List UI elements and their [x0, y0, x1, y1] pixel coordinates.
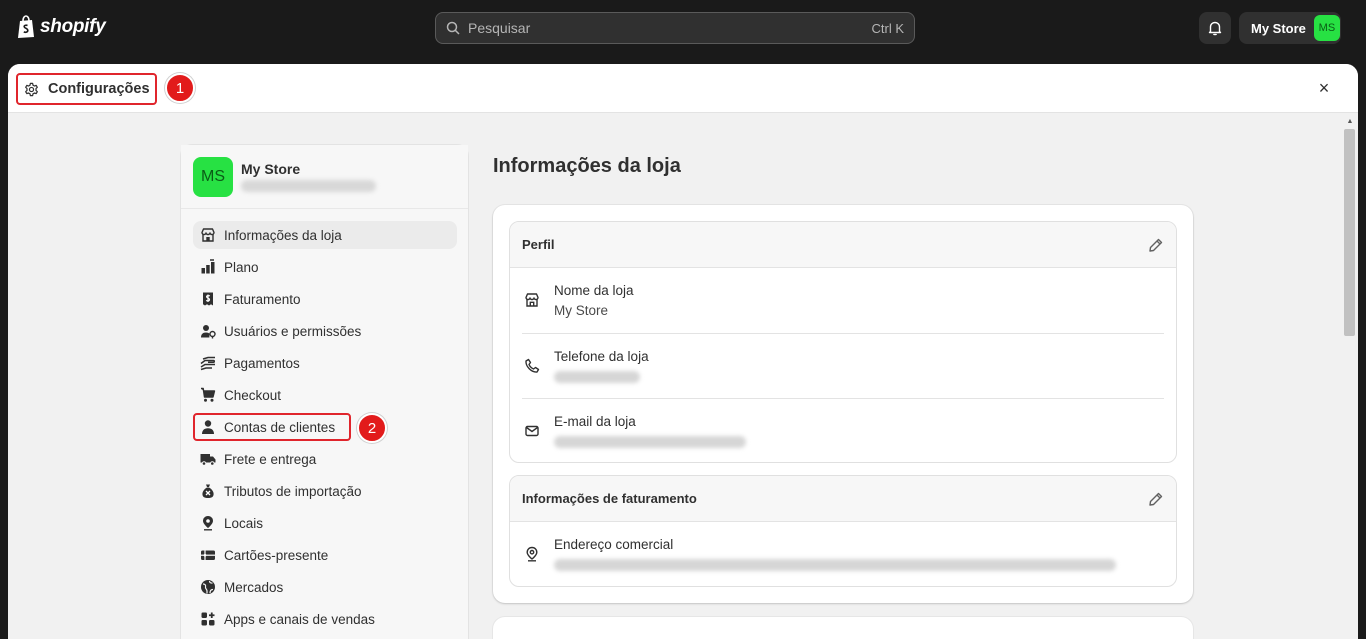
- annotation-badge-2: 2: [357, 413, 387, 443]
- notifications-button[interactable]: [1199, 12, 1231, 44]
- store-icon: [525, 293, 539, 307]
- phone-icon: [525, 358, 540, 373]
- sidebar-item-users[interactable]: Usuários e permissões: [193, 317, 457, 345]
- business-address-label: Endereço comercial: [554, 537, 674, 552]
- location-icon: [526, 546, 538, 562]
- modal-header: Configurações 1 ×: [8, 64, 1358, 113]
- search-icon: [446, 21, 460, 35]
- business-address-blurred: [554, 559, 1116, 571]
- sidebar-store-header[interactable]: MS My Store: [181, 145, 468, 209]
- close-button[interactable]: ×: [1314, 78, 1334, 98]
- mail-icon: [525, 425, 539, 437]
- store-email-blurred: [554, 436, 746, 448]
- sidebar-item-gift-cards[interactable]: Cartões-presente: [193, 541, 457, 569]
- truck-icon: [200, 454, 216, 466]
- sidebar-item-label: Locais: [224, 515, 264, 531]
- settings-title-text: Configurações: [48, 81, 150, 97]
- pencil-icon[interactable]: [1148, 491, 1164, 507]
- billing-title: Informações de faturamento: [522, 491, 697, 506]
- sidebar-item-label: Pagamentos: [224, 355, 300, 371]
- store-icon: [201, 228, 215, 242]
- store-name-label: Nome da loja: [554, 283, 634, 298]
- search-shortcut: Ctrl K: [871, 20, 905, 36]
- bell-icon: [1208, 21, 1222, 36]
- sidebar-item-shipping[interactable]: Frete e entrega: [193, 445, 457, 473]
- profile-card-header: Perfil: [510, 222, 1176, 268]
- settings-modal: Configurações 1 × ▲ MS My Store Informaç…: [8, 64, 1358, 639]
- search-bar[interactable]: Pesquisar Ctrl K: [435, 12, 915, 44]
- shopify-logo[interactable]: shopify: [16, 15, 106, 39]
- store-name-row[interactable]: Nome da loja My Store: [522, 268, 1164, 333]
- sidebar-item-label: Plano: [224, 259, 259, 275]
- sidebar-item-duties[interactable]: Tributos de importação: [193, 477, 457, 505]
- sidebar-store-name: My Store: [241, 161, 301, 177]
- users-icon: [201, 325, 216, 339]
- store-email-row[interactable]: E-mail da loja: [522, 398, 1164, 462]
- sidebar-item-label: Checkout: [224, 387, 282, 403]
- store-menu-label: My Store: [1251, 20, 1306, 36]
- sidebar-item-apps[interactable]: Apps e canais de vendas: [193, 605, 457, 633]
- payments-icon: [200, 356, 215, 371]
- store-avatar: MS: [1313, 15, 1340, 41]
- page-title: Informações da loja: [493, 155, 681, 177]
- store-info-card: Perfil Nome da loja My Store Telefone da…: [493, 205, 1193, 603]
- next-card: [493, 617, 1193, 639]
- store-phone-label: Telefone da loja: [554, 349, 649, 364]
- close-icon: ×: [1318, 77, 1330, 98]
- scrollbar-thumb[interactable]: [1344, 129, 1355, 336]
- person-icon: [202, 420, 214, 434]
- sidebar-item-label: Contas de clientes: [224, 419, 336, 435]
- sidebar-item-label: Frete e entrega: [224, 451, 317, 467]
- billing-icon: [203, 292, 213, 306]
- duties-icon: [202, 484, 214, 498]
- sidebar-item-store-info[interactable]: Informações da loja: [193, 221, 457, 249]
- store-name-value: My Store: [554, 303, 609, 318]
- sidebar-item-label: Tributos de importação: [224, 483, 362, 499]
- sidebar-item-locations[interactable]: Locais: [193, 509, 457, 537]
- profile-title: Perfil: [522, 237, 555, 252]
- sidebar-item-plan[interactable]: Plano: [193, 253, 457, 281]
- brand-name: shopify: [40, 16, 106, 37]
- cart-icon: [201, 387, 216, 402]
- store-phone-blurred: [554, 371, 640, 383]
- business-address-row[interactable]: Endereço comercial: [522, 522, 1164, 586]
- settings-nav: Informações da loja Plano Faturamento Us…: [193, 221, 457, 637]
- sidebar-item-billing[interactable]: Faturamento: [193, 285, 457, 313]
- sidebar-item-checkout[interactable]: Checkout: [193, 381, 457, 409]
- pencil-icon[interactable]: [1148, 237, 1164, 253]
- store-avatar: MS: [193, 157, 233, 197]
- top-bar: shopify Pesquisar Ctrl K My Store MS: [0, 0, 1366, 56]
- store-menu-button[interactable]: My Store MS: [1239, 12, 1341, 44]
- plan-icon: [201, 259, 215, 274]
- sidebar-item-label: Informações da loja: [224, 227, 342, 243]
- store-email-blurred: [241, 180, 376, 192]
- sidebar-item-label: Usuários e permissões: [224, 323, 362, 339]
- sidebar-item-label: Faturamento: [224, 291, 301, 307]
- store-email-label: E-mail da loja: [554, 414, 636, 429]
- sidebar-item-label: Apps e canais de vendas: [224, 611, 375, 627]
- globe-icon: [201, 580, 215, 594]
- sidebar-item-label: Mercados: [224, 579, 284, 595]
- annotation-badge-1: 1: [165, 73, 195, 103]
- sidebar-item-markets[interactable]: Mercados: [193, 573, 457, 601]
- billing-card: Informações de faturamento Endereço come…: [509, 475, 1177, 587]
- search-placeholder: Pesquisar: [468, 20, 531, 36]
- store-phone-row[interactable]: Telefone da loja: [522, 333, 1164, 398]
- location-icon: [203, 516, 213, 531]
- settings-title: Configurações: [16, 73, 157, 105]
- gear-icon: [25, 82, 38, 96]
- shopify-bag-icon: [18, 15, 34, 38]
- apps-icon: [201, 612, 215, 626]
- settings-sidebar: MS My Store Informações da loja Plano Fa…: [180, 144, 469, 639]
- profile-card: Perfil Nome da loja My Store Telefone da…: [509, 221, 1177, 463]
- sidebar-item-payments[interactable]: Pagamentos: [193, 349, 457, 377]
- sidebar-item-label: Cartões-presente: [224, 547, 329, 563]
- scroll-up-arrow[interactable]: ▲: [1346, 118, 1354, 126]
- billing-card-header: Informações de faturamento: [510, 476, 1176, 522]
- sidebar-item-customer-accounts[interactable]: Contas de clientes: [193, 413, 351, 441]
- gift-card-icon: [201, 550, 215, 560]
